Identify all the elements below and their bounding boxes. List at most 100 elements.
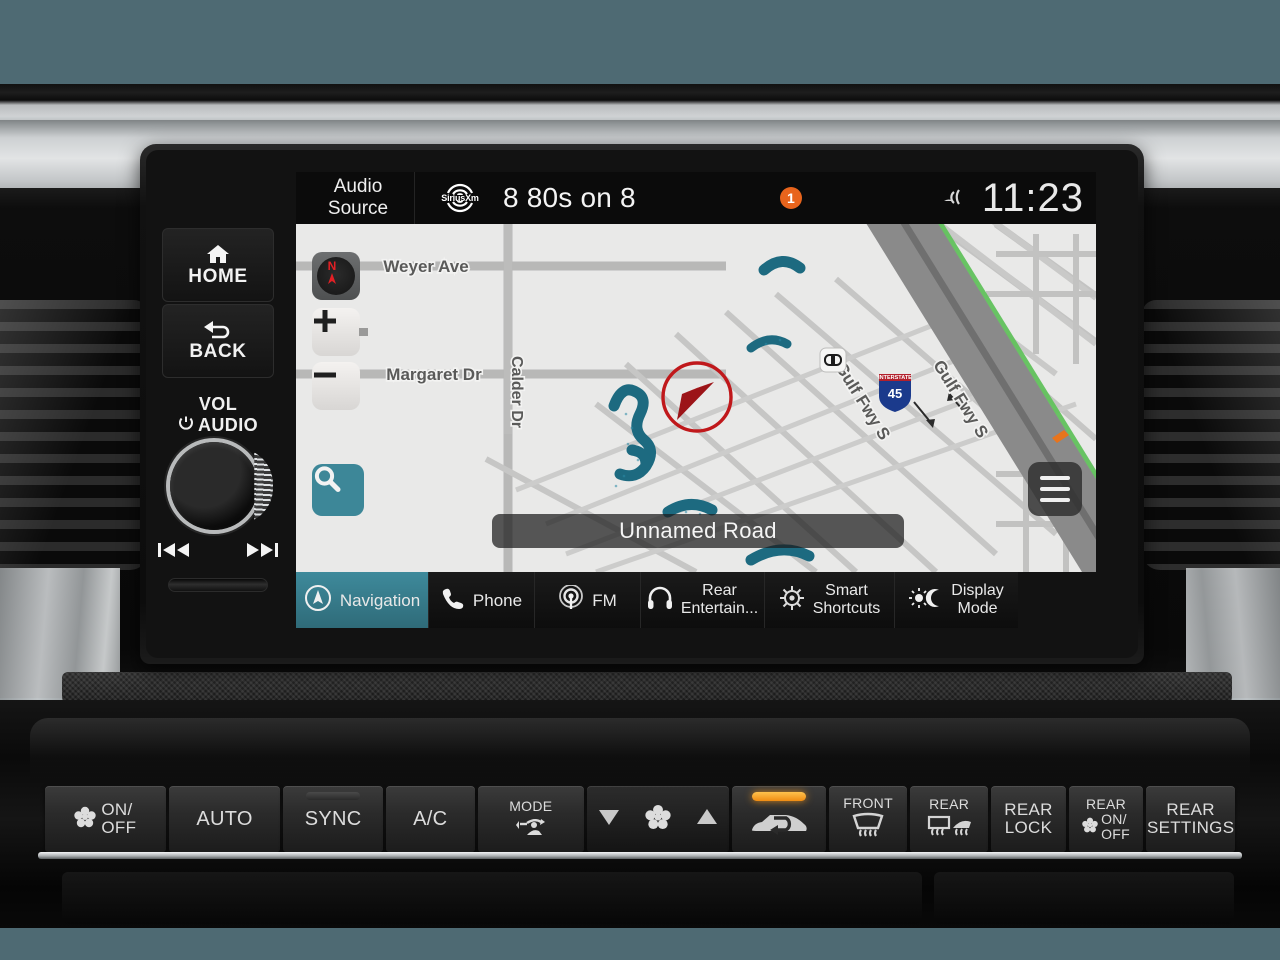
notification-badge[interactable]: 1 xyxy=(779,187,802,209)
climate-rear-lock-label: REAR LOCK xyxy=(1004,801,1052,837)
map-menu-button[interactable] xyxy=(1028,462,1082,516)
current-road-banner: Unnamed Road xyxy=(492,514,904,548)
climate-fan-speed-group xyxy=(587,786,730,852)
tab-navigation[interactable]: Navigation xyxy=(296,572,428,628)
volume-label-line2: AUDIO xyxy=(198,415,258,435)
tab-rear-entertainment[interactable]: Rear Entertain... xyxy=(640,572,764,628)
tab-display-line2: Mode xyxy=(957,600,998,617)
current-station-label: 8 80s on 8 xyxy=(503,182,636,213)
rear-lock-line2: LOCK xyxy=(1004,818,1053,837)
phone-handset-icon xyxy=(441,586,465,615)
fan-speed-down-button[interactable] xyxy=(596,806,622,833)
sun-moon-icon xyxy=(909,586,943,615)
climate-fan-on-off-label: ON/ OFF xyxy=(101,801,136,837)
disc-slot[interactable] xyxy=(168,578,268,592)
tab-fm-label: FM xyxy=(592,590,617,610)
status-bar-divider xyxy=(414,172,415,224)
previous-track-icon[interactable] xyxy=(158,542,192,563)
backdrop-bottom xyxy=(0,928,1280,960)
hardware-key-column: HOME BACK VOL AUDIO xyxy=(152,224,284,604)
clock-label: 11:23 xyxy=(981,175,1084,220)
next-track-icon[interactable] xyxy=(244,542,278,563)
backdrop-top xyxy=(0,0,1280,84)
hamburger-line xyxy=(1040,476,1070,480)
climate-auto-button[interactable]: AUTO xyxy=(168,786,281,852)
tab-smart-line1: Smart xyxy=(825,582,868,599)
vehicle-dashboard-scene: HOME BACK VOL AUDIO Audio Source SiriusX… xyxy=(0,0,1280,960)
climate-rear-settings-button[interactable]: REAR SETTINGS xyxy=(1146,786,1236,852)
tab-rear-line2: Entertain... xyxy=(680,600,759,617)
compass-north-icon: N xyxy=(317,257,355,295)
minus-icon xyxy=(314,372,336,378)
tab-rear-line1: Rear xyxy=(702,582,737,599)
siriusxm-logo: SiriusXm xyxy=(433,183,487,213)
console-storage-tray xyxy=(62,872,922,924)
street-label-weyer-ave: Weyer Ave xyxy=(383,257,468,276)
fan-icon xyxy=(74,806,97,833)
tab-display-line1: Display xyxy=(951,582,1004,599)
map-compass-button[interactable]: N xyxy=(312,252,360,300)
rear-defrost-icon xyxy=(925,813,973,842)
recirculation-indicator-led xyxy=(752,792,807,801)
front-defrost-icon xyxy=(848,812,888,843)
rear-settings-line2: SETTINGS xyxy=(1146,818,1235,837)
climate-mode-label: MODE xyxy=(509,798,553,814)
volume-knob[interactable] xyxy=(166,442,273,530)
signal-wave-icon xyxy=(942,187,968,210)
climate-mode-label-wrap: MODE xyxy=(509,799,552,839)
back-button-label: BACK xyxy=(189,340,247,362)
tab-navigation-label: Navigation xyxy=(339,590,421,610)
navigation-compass-icon xyxy=(304,584,332,617)
ship-wheel-icon xyxy=(779,585,805,616)
street-label-margaret-dr: Margaret Dr xyxy=(386,365,482,384)
rear-settings-line1: REAR xyxy=(1166,800,1215,819)
tab-smart-shortcuts[interactable]: Smart Shortcuts xyxy=(764,572,894,628)
status-bar: Audio Source SiriusXm 8 80s on 8 1 11:23 xyxy=(296,172,1096,224)
svg-text:N: N xyxy=(328,259,337,273)
triangle-down-icon xyxy=(599,809,620,825)
plus-icon xyxy=(314,310,336,332)
climate-mode-button[interactable]: MODE xyxy=(477,786,585,852)
climate-rear-defrost-button[interactable]: REAR xyxy=(910,786,989,852)
radio-broadcast-icon xyxy=(558,583,584,616)
climate-sync-button[interactable]: SYNC xyxy=(283,786,383,852)
tab-fm[interactable]: FM xyxy=(534,572,640,628)
tab-rear-entertainment-label: Rear Entertain... xyxy=(681,582,758,618)
tab-phone[interactable]: Phone xyxy=(428,572,534,628)
climate-sync-label: SYNC xyxy=(304,807,362,830)
climate-recirculation-button[interactable] xyxy=(732,786,827,852)
climate-ac-button[interactable]: A/C xyxy=(385,786,475,852)
status-bar-right: 1 11:23 xyxy=(779,172,1096,224)
center-console-gloss xyxy=(30,718,1250,782)
power-icon xyxy=(178,415,194,436)
console-chrome-accent xyxy=(38,852,1242,859)
climate-front-defrost-label: FRONT xyxy=(843,794,893,811)
climate-rear-lock-button[interactable]: REAR LOCK xyxy=(991,786,1066,852)
fan-speed-up-button[interactable] xyxy=(694,806,720,833)
climate-rear-fan-label: REAR ON/ OFF xyxy=(1082,795,1130,842)
zoom-in-button[interactable] xyxy=(312,308,368,356)
fan-on-off-line2: OFF xyxy=(101,818,137,837)
climate-fan-on-off-button[interactable]: ON/ OFF xyxy=(45,786,166,852)
audio-source-button[interactable]: Audio Source xyxy=(296,176,414,220)
infotainment-screen[interactable]: Audio Source SiriusXm 8 80s on 8 1 11:23… xyxy=(296,172,1096,628)
climate-rear-defrost-label: REAR xyxy=(929,795,970,812)
tab-display-mode[interactable]: Display Mode xyxy=(894,572,1018,628)
climate-front-defrost-button[interactable]: FRONT xyxy=(829,786,908,852)
volume-knob-body[interactable] xyxy=(170,442,258,530)
home-button[interactable]: HOME xyxy=(162,228,274,302)
back-button[interactable]: BACK xyxy=(162,304,274,378)
tab-smart-shortcuts-label: Smart Shortcuts xyxy=(813,582,881,618)
house-icon xyxy=(205,243,231,265)
tab-phone-label: Phone xyxy=(472,590,523,610)
back-arrow-icon xyxy=(203,320,233,340)
track-button-group xyxy=(158,542,278,563)
map-canvas[interactable]: Weyer Ave Margaret Dr Calder Dr Gulf Fwy… xyxy=(296,224,1096,572)
function-tab-bar: Navigation Phone FM Rear Entertain... Sm… xyxy=(296,572,1096,628)
rear-fan-line2: ON/ xyxy=(1101,810,1127,827)
map-search-button[interactable] xyxy=(312,464,364,516)
rear-fan-line1: REAR xyxy=(1085,795,1127,812)
home-button-label: HOME xyxy=(188,265,248,287)
climate-rear-fan-on-off-button[interactable]: REAR ON/ OFF xyxy=(1068,786,1144,852)
zoom-out-button[interactable] xyxy=(312,362,360,410)
